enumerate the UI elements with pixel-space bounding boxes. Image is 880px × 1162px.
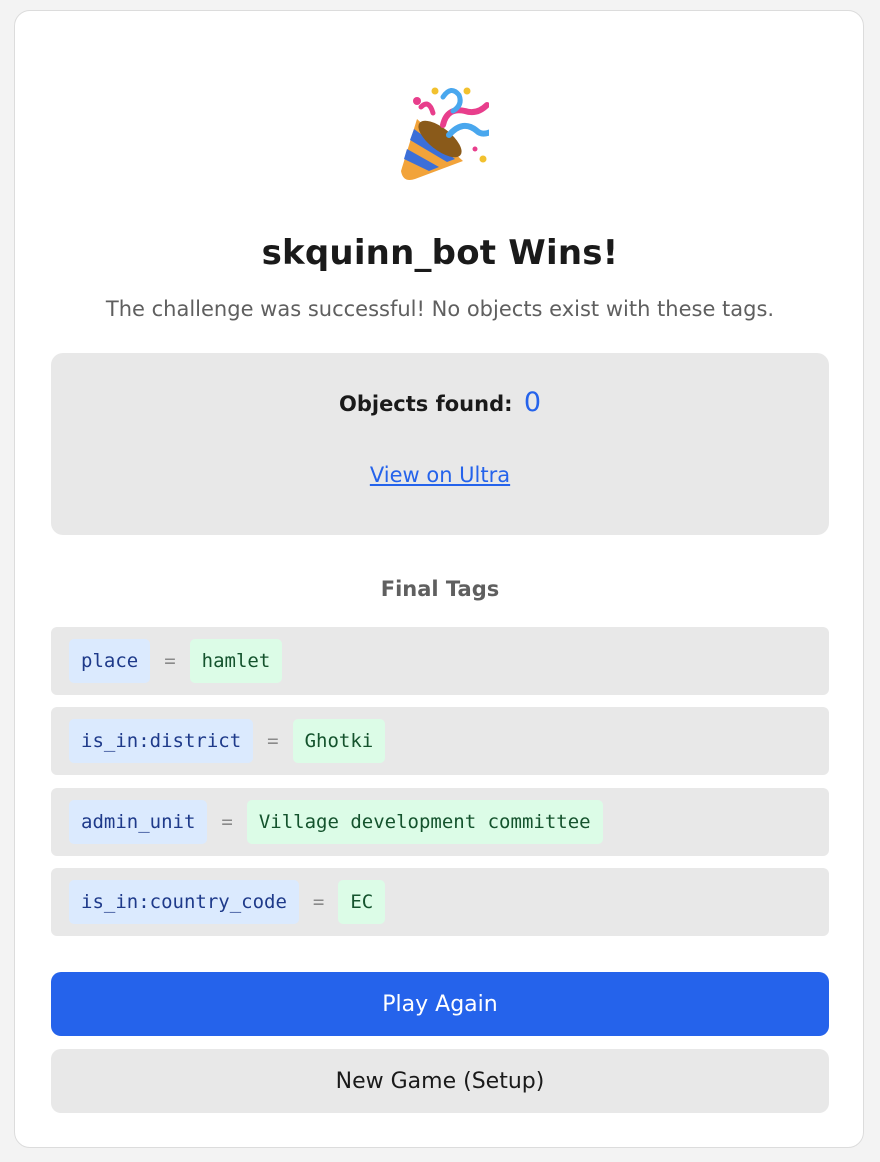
tag-row: place = hamlet	[51, 627, 829, 695]
objects-found-line: Objects found: 0	[51, 387, 829, 418]
win-card: skquinn_bot Wins! The challenge was succ…	[14, 10, 864, 1148]
view-on-ultra-link[interactable]: View on Ultra	[51, 463, 829, 487]
tag-key: is_in:country_code	[69, 880, 299, 924]
objects-found-count: 0	[523, 387, 542, 418]
new-game-button[interactable]: New Game (Setup)	[51, 1049, 829, 1113]
tag-separator: =	[221, 811, 233, 833]
tag-row: is_in:district = Ghotki	[51, 707, 829, 775]
tag-value: hamlet	[189, 639, 283, 683]
page-title: skquinn_bot Wins!	[261, 233, 619, 273]
objects-found-label: Objects found:	[338, 392, 513, 416]
tag-row: admin_unit = Village development committ…	[51, 788, 829, 856]
tag-value: Ghotki	[292, 719, 386, 763]
tag-separator: =	[267, 730, 279, 752]
play-again-button[interactable]: Play Again	[51, 972, 829, 1036]
tag-key: place	[69, 639, 151, 683]
party-popper-icon	[401, 87, 489, 180]
final-tags-heading: Final Tags	[380, 577, 500, 601]
result-message: The challenge was successful! No objects…	[105, 297, 775, 321]
tag-row: is_in:country_code = EC	[51, 868, 829, 936]
tag-separator: =	[312, 891, 325, 913]
tag-separator: =	[164, 650, 176, 672]
tag-value: Village development committee	[246, 800, 603, 844]
tag-key: admin_unit	[69, 800, 208, 844]
result-summary-panel: Objects found: 0 View on Ultra	[51, 353, 829, 535]
tag-key: is_in:district	[69, 719, 254, 763]
tag-value: EC	[338, 880, 386, 924]
